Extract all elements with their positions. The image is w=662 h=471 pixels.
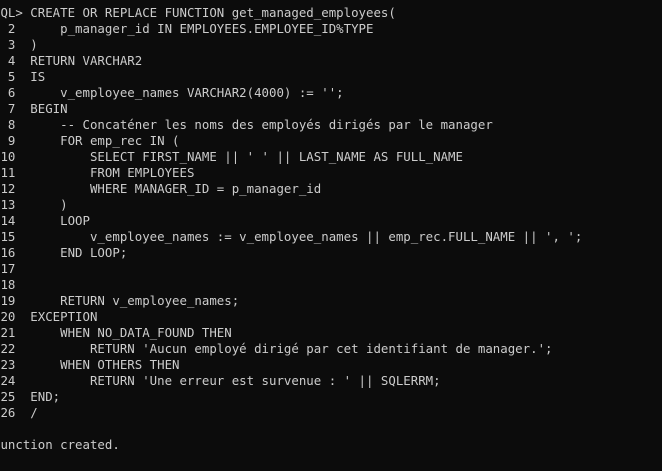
terminal-line: 8 -- Concaténer les noms des employés di… xyxy=(0,117,493,132)
terminal-line: SQL> CREATE OR REPLACE FUNCTION get_mana… xyxy=(0,5,396,20)
terminal-line: 10 SELECT FIRST_NAME || ' ' || LAST_NAME… xyxy=(0,149,463,164)
terminal-line: 22 RETURN 'Aucun employé dirigé par cet … xyxy=(0,341,553,356)
terminal-line: 5 IS xyxy=(7,69,46,84)
terminal-line: Function created. xyxy=(0,437,120,452)
terminal-line: 11 FROM EMPLOYEES xyxy=(0,165,195,180)
terminal-window[interactable]: SQL> CREATE OR REPLACE FUNCTION get_mana… xyxy=(0,0,662,471)
terminal-line: 2 p_manager_id IN EMPLOYEES.EMPLOYEE_ID%… xyxy=(0,21,374,36)
terminal-line: 24 RETURN 'Une erreur est survenue : ' |… xyxy=(0,373,441,388)
terminal-line: 18 xyxy=(0,277,16,292)
terminal-line: 13 ) xyxy=(0,197,68,212)
terminal-line: 14 LOOP xyxy=(0,213,90,228)
terminal-line: 25 END; xyxy=(0,389,61,404)
terminal-line: 9 FOR emp_rec IN ( xyxy=(0,133,180,148)
terminal-line: 23 WHEN OTHERS THEN xyxy=(0,357,180,372)
terminal-line: 21 WHEN NO_DATA_FOUND THEN xyxy=(0,325,232,340)
terminal-line: 3 ) xyxy=(7,37,38,52)
terminal-line: 7 BEGIN xyxy=(0,101,68,116)
terminal-line: 19 RETURN v_employee_names; xyxy=(0,293,240,308)
terminal-line: 4 RETURN VARCHAR2 xyxy=(0,53,143,68)
terminal-line: 20 EXCEPTION xyxy=(0,309,98,324)
terminal-line: 6 v_employee_names VARCHAR2(4000) := ''; xyxy=(0,85,344,100)
terminal-line: 16 END LOOP; xyxy=(0,245,128,260)
terminal-line: 15 v_employee_names := v_employee_names … xyxy=(0,229,583,244)
terminal-line: 26 / xyxy=(0,405,38,420)
terminal-line: 12 WHERE MANAGER_ID = p_manager_id xyxy=(0,181,322,196)
terminal-line: 17 xyxy=(0,261,16,276)
